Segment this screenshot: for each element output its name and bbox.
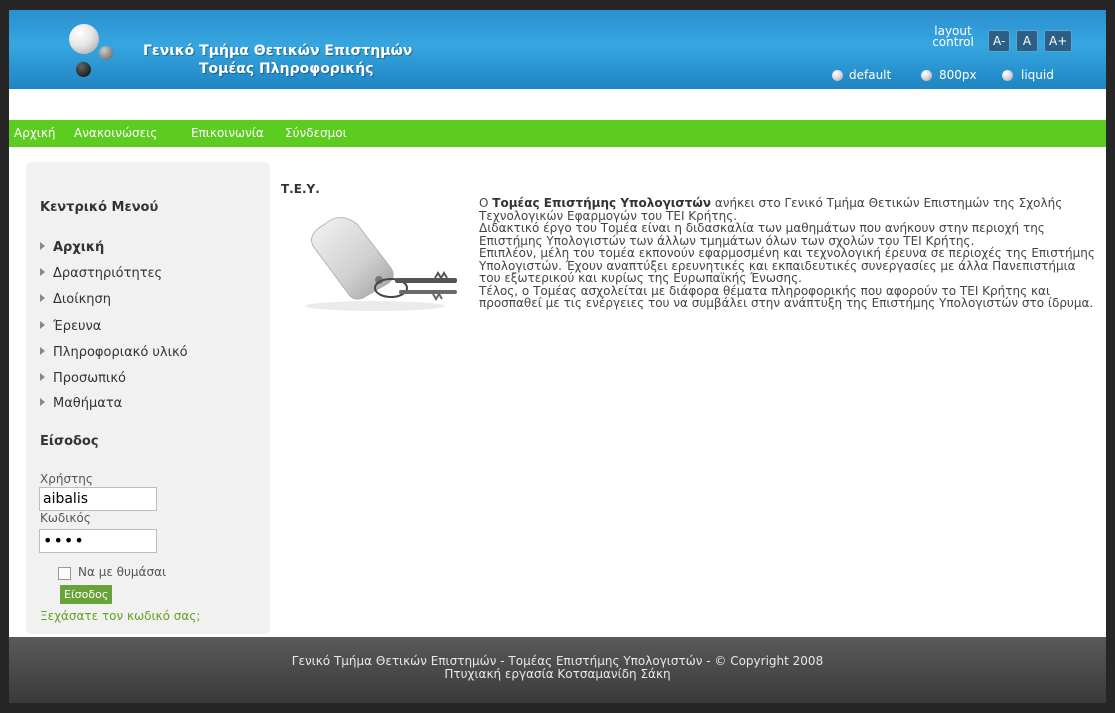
arrow-right-icon xyxy=(40,347,45,355)
sidebar-item-label: Έρευνα xyxy=(53,319,102,334)
font-normal-button[interactable]: A xyxy=(1016,30,1038,52)
sidebar: Κεντρικό Μενού Αρχική Δραστηριότητες Διο… xyxy=(26,162,270,634)
font-decrease-button[interactable]: A- xyxy=(988,30,1011,52)
radio-liquid-icon[interactable] xyxy=(1002,70,1013,81)
main-menu-heading: Κεντρικό Μενού xyxy=(40,200,159,215)
content-body: Ο Τομέας Επιστήμης Υπολογιστών ανήκει στ… xyxy=(281,197,1099,345)
username-field[interactable]: aibalis xyxy=(39,487,157,511)
sidebar-item-staff[interactable]: Προσωπικό xyxy=(40,371,126,387)
remember-me-label: Να με θυμάσαι xyxy=(78,565,167,579)
layout-option-default[interactable]: default xyxy=(849,68,891,82)
arrow-right-icon xyxy=(40,321,45,329)
arrow-right-icon xyxy=(40,294,45,302)
nav-item-links[interactable]: Σύνδεσμοι xyxy=(285,126,347,140)
nav-item-home[interactable]: Αρχική xyxy=(14,126,56,140)
password-label: Κωδικός xyxy=(40,511,91,525)
logo-ball-icon xyxy=(76,62,91,77)
font-increase-button[interactable]: A+ xyxy=(1044,30,1073,52)
logo[interactable] xyxy=(64,22,124,82)
site-title-line1: Γενικό Τμήμα Θετικών Επιστημών xyxy=(143,43,413,59)
site-footer: Γενικό Τμήμα Θετικών Επιστημών - Τομέας … xyxy=(9,637,1106,703)
arrow-right-icon xyxy=(40,398,45,406)
footer-text: Γενικό Τμήμα Θετικών Επιστημών - Τομέας … xyxy=(9,655,1106,681)
login-button[interactable]: Είσοδος xyxy=(60,585,113,604)
nav-item-announcements[interactable]: Ανακοινώσεις xyxy=(74,126,157,140)
password-field[interactable]: •••• xyxy=(39,529,157,553)
radio-800px-icon[interactable] xyxy=(921,70,932,81)
sidebar-item-courses[interactable]: Μαθήματα xyxy=(40,396,122,412)
page-title: Τ.Ε.Υ. xyxy=(281,182,320,196)
arrow-right-icon xyxy=(40,242,45,250)
sidebar-item-label: Δραστηριότητες xyxy=(53,266,163,281)
sidebar-item-home[interactable]: Αρχική xyxy=(40,240,104,256)
sidebar-item-label: Πληροφοριακό υλικό xyxy=(53,345,188,360)
sidebar-item-label: Διοίκηση xyxy=(53,292,112,307)
sidebar-item-label: Προσωπικό xyxy=(53,371,126,386)
site-header: Γενικό Τμήμα Θετικών Επιστημών Τομέας Πλ… xyxy=(9,10,1106,89)
image-spacer xyxy=(281,197,479,345)
sidebar-item-info-material[interactable]: Πληροφοριακό υλικό xyxy=(40,345,188,361)
layout-control-label-line2: control xyxy=(932,35,974,49)
layout-control-label: layout control xyxy=(927,25,979,49)
site-title: Γενικό Τμήμα Θετικών Επιστημών Τομέας Πλ… xyxy=(143,42,412,78)
page-frame: Γενικό Τμήμα Θετικών Επιστημών Τομέας Πλ… xyxy=(9,10,1106,703)
layout-option-liquid[interactable]: liquid xyxy=(1021,68,1054,82)
arrow-right-icon xyxy=(40,373,45,381)
footer-credits: Πτυχιακή εργασία Κοτσαμανίδη Σάκη xyxy=(444,667,671,681)
site-title-line2: Τομέας Πληροφορικής xyxy=(199,61,374,77)
remember-me-checkbox[interactable] xyxy=(58,567,71,580)
sidebar-item-label: Μαθήματα xyxy=(53,396,123,411)
login-heading: Είσοδος xyxy=(40,434,99,449)
sidebar-item-label: Αρχική xyxy=(53,240,105,255)
radio-default-icon[interactable] xyxy=(832,70,843,81)
layout-option-800px[interactable]: 800px xyxy=(939,68,977,82)
username-label: Χρήστης xyxy=(40,472,93,486)
sidebar-item-activities[interactable]: Δραστηριότητες xyxy=(40,266,162,282)
arrow-right-icon xyxy=(40,268,45,276)
main-nav: Αρχική Ανακοινώσεις Επικοινωνία Σύνδεσμο… xyxy=(9,120,1106,147)
logo-ball-icon xyxy=(99,46,113,60)
nav-item-contact[interactable]: Επικοινωνία xyxy=(191,126,264,140)
forgot-password-link[interactable]: Ξεχάσατε τον κωδικό σας; xyxy=(40,609,200,623)
sidebar-item-research[interactable]: Έρευνα xyxy=(40,319,101,335)
logo-ball-icon xyxy=(69,24,99,54)
sidebar-item-administration[interactable]: Διοίκηση xyxy=(40,292,111,308)
